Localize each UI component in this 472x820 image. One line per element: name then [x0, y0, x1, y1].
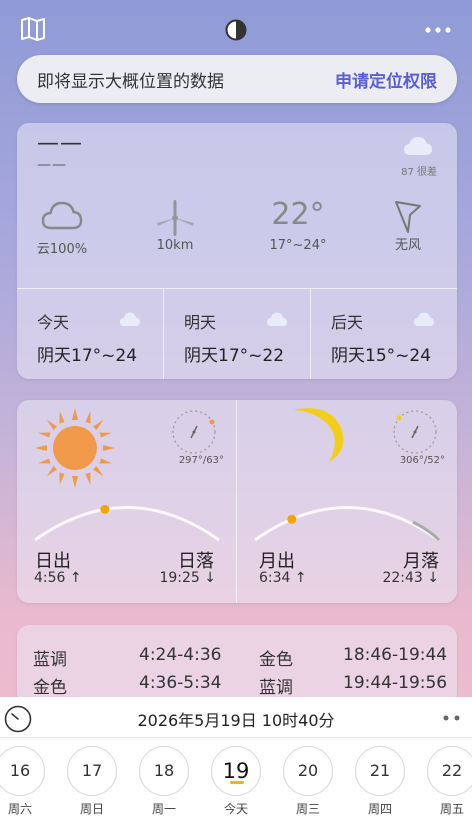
sunrise-time: 4:56 ↑ — [34, 570, 82, 586]
twilight-time: 4:24-4:36 — [139, 645, 222, 665]
moon-path-arc — [254, 506, 441, 542]
today-indicator — [230, 781, 244, 784]
date-cell[interactable]: 16 周六 — [0, 746, 45, 816]
twilight-time: 19:44-19:56 — [343, 673, 448, 693]
date-number: 17 — [67, 746, 117, 796]
date-number: 20 — [283, 746, 333, 796]
wind-direction-icon — [395, 201, 421, 233]
top-bar — [0, 0, 472, 56]
theme-toggle-icon[interactable] — [225, 19, 247, 41]
location-permission-banner: 即将显示大概位置的数据 申请定位权限 — [17, 55, 457, 103]
cloud-cover-value: 云100% — [36, 242, 88, 257]
forecast-day: 后天 — [331, 313, 364, 332]
weekday-label: 周六 — [7, 802, 32, 816]
cloud-icon — [120, 312, 140, 326]
cloud-outline-icon — [41, 201, 83, 230]
date-cell[interactable]: 22 周五 — [427, 746, 472, 816]
date-cell[interactable]: 21 周四 — [355, 746, 405, 816]
sun-path-arc — [34, 504, 220, 542]
wind-value: 无风 — [394, 238, 421, 253]
more-options-icon[interactable] — [424, 26, 452, 34]
forecast-day: 今天 — [37, 313, 70, 332]
cloud-cover-stat: 云100% — [17, 198, 107, 257]
date-number: 21 — [355, 746, 405, 796]
location-sub: —— — [37, 157, 67, 173]
weekday-label: 周日 — [79, 802, 104, 816]
date-cell[interactable]: 18 周一 — [139, 746, 189, 816]
date-number: 22 — [427, 746, 472, 796]
current-weather-card: —— —— 87 很差 云100% 10km 22° 17°~24° 无风 今天… — [17, 123, 457, 379]
moonrise-time: 6:34 ↑ — [259, 570, 307, 586]
date-cell-today[interactable]: 19 今天 — [211, 746, 261, 816]
location-message: 即将显示大概位置的数据 — [37, 71, 224, 92]
date-cell[interactable]: 17 周日 — [67, 746, 117, 816]
wind-turbine-icon — [157, 200, 194, 236]
moon-position-dot — [287, 514, 297, 524]
date-number: 18 — [139, 746, 189, 796]
current-temperature: 22° — [271, 197, 325, 232]
date-picker-bar: 2026年5月19日 10时40分 16 周六 17 周日 18 周一 19 今… — [0, 697, 472, 820]
air-quality-text: 87 很差 — [401, 167, 437, 178]
date-number: 16 — [0, 746, 45, 796]
moonset-time: 22:43 ↓ — [382, 570, 439, 586]
sun-panel[interactable]: 297°/63° 日出 日落 4:56 ↑ 19:25 ↓ — [17, 400, 237, 603]
wind-stat: 无风 — [363, 198, 453, 253]
temperature-range: 17°~24° — [269, 238, 327, 253]
moon-icon — [293, 408, 344, 462]
forecast-tomorrow[interactable]: 明天 阴天17°~22 — [164, 289, 311, 379]
sun-position-dot — [100, 504, 110, 514]
weekday-label: 周四 — [367, 802, 392, 816]
weekday-label: 今天 — [223, 802, 248, 816]
twilight-card: 蓝调 4:24-4:36 金色 4:36-5:34 金色 18:46-19:44… — [17, 625, 457, 705]
forecast-desc: 阴天17°~22 — [184, 346, 285, 366]
forecast-desc: 阴天15°~24 — [331, 346, 432, 366]
twilight-time: 4:36-5:34 — [139, 673, 222, 693]
twilight-label: 蓝调 — [33, 650, 67, 670]
sun-icon — [35, 408, 115, 488]
twilight-label: 金色 — [259, 650, 293, 670]
temperature-stat: 22° 17°~24° — [253, 197, 343, 254]
moon-panel[interactable]: 306°/52° 月出 月落 6:34 ↑ 22:43 ↓ — [237, 400, 457, 603]
weekday-label: 周三 — [295, 802, 320, 816]
twilight-label: 蓝调 — [259, 678, 293, 698]
date-cell[interactable]: 20 周三 — [283, 746, 333, 816]
sun-moon-card: 297°/63° 日出 日落 4:56 ↑ 19:25 ↓ 306°/52° 月… — [17, 400, 457, 603]
location-name: —— — [37, 131, 83, 156]
weekday-label: 周一 — [151, 802, 176, 816]
moon-azimuth: 306°/52° — [399, 455, 445, 466]
forecast-desc: 阴天17°~24 — [37, 346, 138, 366]
visibility-stat: 10km — [130, 198, 220, 253]
more-icon[interactable] — [442, 715, 462, 721]
weekday-label: 周五 — [439, 802, 464, 816]
moon-compass-icon — [393, 410, 437, 454]
date-number: 19 — [211, 746, 261, 796]
divider — [0, 737, 472, 738]
sun-compass-icon — [172, 410, 216, 454]
sun-azimuth: 297°/63° — [178, 455, 224, 466]
sunset-time: 19:25 ↓ — [159, 570, 216, 586]
forecast-day-after[interactable]: 后天 阴天15°~24 — [311, 289, 457, 379]
twilight-label: 金色 — [33, 678, 67, 698]
visibility-value: 10km — [156, 238, 194, 253]
forecast-row: 今天 阴天17°~24 明天 阴天17°~22 后天 阴天15°~24 — [17, 288, 457, 379]
twilight-time: 18:46-19:44 — [343, 645, 448, 665]
cloud-icon — [414, 312, 434, 326]
current-datetime[interactable]: 2026年5月19日 10时40分 — [0, 707, 472, 731]
map-icon[interactable] — [20, 16, 46, 42]
cloud-icon — [404, 137, 432, 155]
cloud-icon — [267, 312, 287, 326]
forecast-today[interactable]: 今天 阴天17°~24 — [17, 289, 164, 379]
request-location-button[interactable]: 申请定位权限 — [335, 67, 437, 92]
forecast-day: 明天 — [184, 313, 217, 332]
